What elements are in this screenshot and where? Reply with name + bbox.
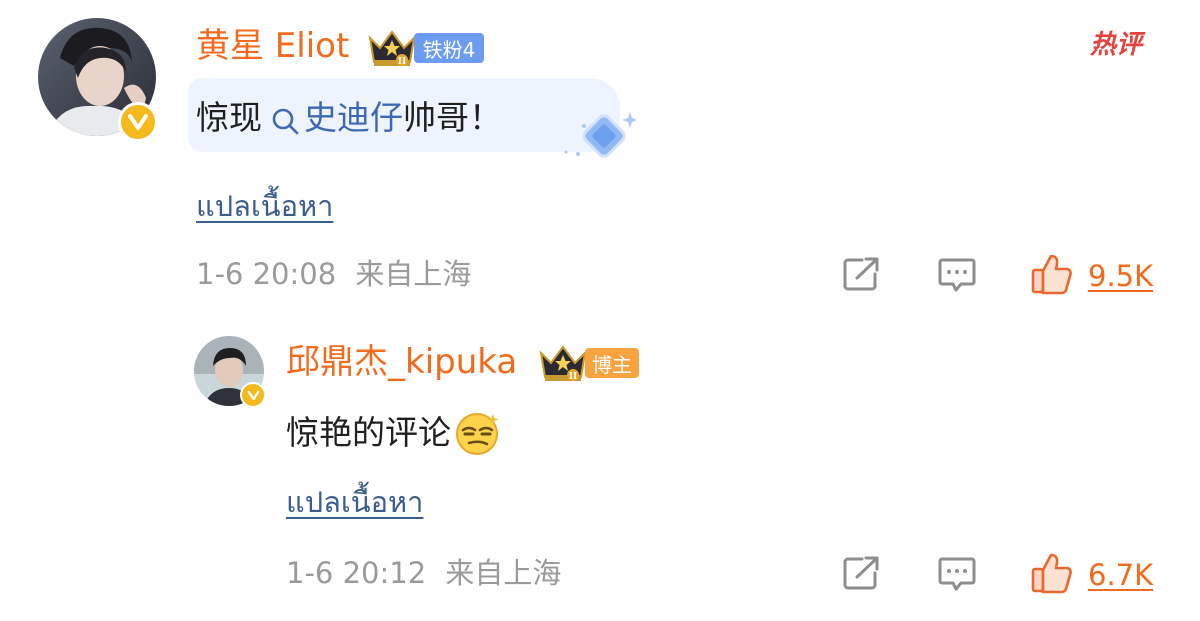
share-icon[interactable] [842,555,882,591]
comment-time: 1-6 20:12 [286,556,427,590]
author-badge[interactable]: 博主 [585,348,639,378]
comment-text-suffix: 帅哥！ [403,98,502,137]
comment-time: 1-6 20:08 [196,257,337,291]
username[interactable]: 黄星 Eliot [196,24,349,68]
svg-text:II: II [569,372,577,382]
svg-text:II: II [398,57,406,67]
crown-medal-icon[interactable]: II [537,339,589,383]
verified-v-icon [240,382,266,408]
reply-text: 惊艳的评论 [286,413,451,452]
hot-comment-badge: 热评 [1090,30,1143,60]
comment-icon[interactable] [937,256,977,296]
share-icon[interactable] [842,256,882,292]
fan-level-badge[interactable]: 铁粉4 [414,33,484,63]
keyword-text: 史迪仔 [304,98,403,137]
comment-location: 来自上海 [355,257,472,291]
like-count[interactable]: 9.5K [1088,256,1153,296]
comment-text-prefix: 惊现 [196,98,262,137]
smug-face-emoji [453,410,503,456]
thumbs-up-icon[interactable] [1030,252,1074,296]
timestamp: 1-6 20:12 来自上海 [286,553,561,593]
comment-location: 来自上海 [445,556,562,590]
comment-text: 惊现 史迪仔 帅哥！ [196,96,502,140]
verified-v-icon [118,102,158,142]
translate-link[interactable]: แปลเนื้อหา [286,482,423,522]
thumbs-up-icon[interactable] [1030,551,1074,595]
username[interactable]: 邱鼎杰_kipuka [286,340,517,384]
comment-text: 惊艳的评论 [286,410,503,456]
keyword-link[interactable]: 史迪仔 [270,96,403,140]
timestamp: 1-6 20:08 来自上海 [196,254,471,294]
diamond-sticker [556,92,638,166]
translate-link[interactable]: แปลเนื้อหา [196,186,333,226]
search-icon [270,103,300,135]
comment-icon[interactable] [937,555,977,595]
crown-medal-icon[interactable]: II [366,24,418,68]
like-count[interactable]: 6.7K [1088,555,1153,595]
